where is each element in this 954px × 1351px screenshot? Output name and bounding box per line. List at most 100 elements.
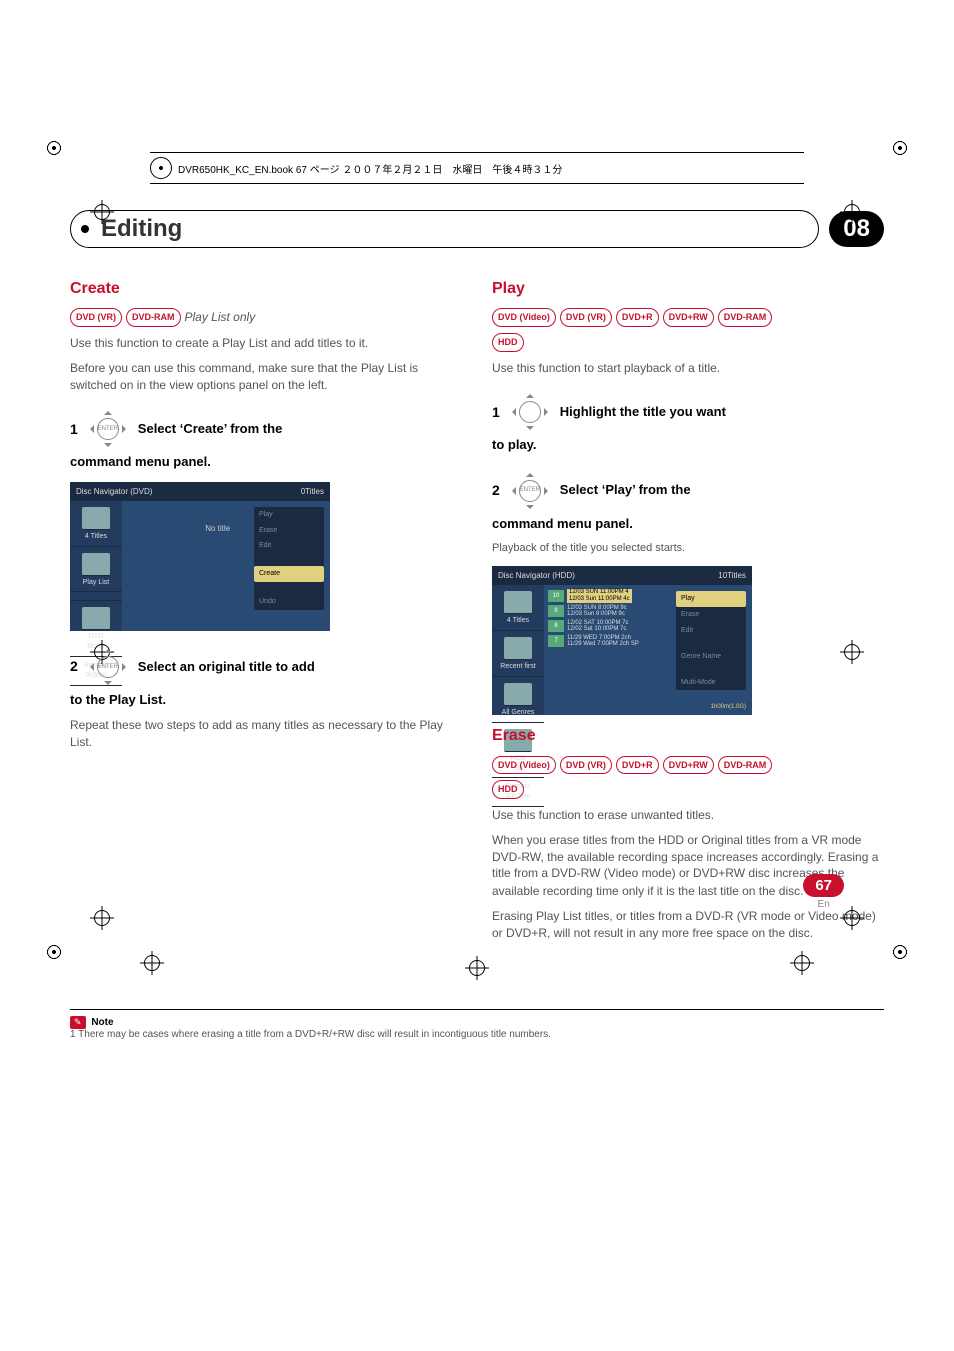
erase-disc-row: DVD (Video) DVD (VR) DVD+R DVD+RW DVD-RA… — [492, 756, 884, 775]
step-text-cont: command menu panel. — [492, 515, 884, 533]
crop-mark — [90, 906, 114, 930]
disc-badge: DVD (VR) — [560, 756, 612, 775]
disc-badge: DVD-RAM — [718, 308, 773, 327]
dvd-mode-icon — [82, 607, 110, 630]
mock-menu-erase: Erase — [676, 607, 746, 623]
book-info-text: DVR650HK_KC_EN.book 67 ページ ２００７年２月２１日 水曜… — [178, 161, 562, 176]
mock-thumb: 8 — [548, 620, 564, 632]
left-column: Create DVD (VR) DVD-RAM Play List only U… — [70, 268, 462, 949]
direction-pad-icon: ENTER — [86, 645, 130, 689]
mock-menu-edit: Edit — [254, 538, 324, 554]
page-number-block: 67 En — [803, 874, 844, 910]
step-text-cont: to play. — [492, 436, 884, 454]
crop-mark — [465, 956, 489, 980]
mock-remain-bar: 1h00m(1.0G) — [711, 703, 746, 711]
direction-pad-icon: ENTER — [508, 469, 552, 513]
right-column: Play DVD (Video) DVD (VR) DVD+R DVD+RW D… — [492, 268, 884, 949]
disc-badge: DVD-RAM — [718, 756, 773, 775]
direction-pad-icon — [508, 390, 552, 434]
mock-menu-undo: Undo — [254, 594, 324, 610]
erase-paragraph: Use this function to erase unwanted titl… — [492, 807, 884, 824]
create-step-1: 1 ENTER Select ‘Create’ from the — [70, 407, 462, 451]
mock-no-title: No title — [205, 523, 230, 534]
play-step-2: 2 ENTER Select ‘Play’ from the — [492, 469, 884, 513]
mock-title: Disc Navigator (HDD) — [498, 570, 575, 581]
step-number: 2 — [492, 481, 500, 501]
page-number: 67 — [803, 874, 844, 897]
mock-side-titles: 4 Titles — [507, 617, 529, 624]
step-text: Select ‘Create’ from the — [138, 420, 283, 438]
registration-mark — [36, 934, 72, 970]
step-number: 1 — [492, 403, 500, 423]
mock-side-titles: 4 Titles — [85, 533, 107, 540]
hdd-badge: HDD — [492, 333, 524, 352]
disc-badge: DVD-RAM — [126, 308, 181, 327]
direction-pad-icon: ENTER — [86, 407, 130, 451]
crop-mark — [840, 200, 864, 224]
disc-badge: DVD (VR) — [560, 308, 612, 327]
mock-menu-edit: Edit — [676, 623, 746, 639]
mock-title-list: 10 12/03 SUN 11:00PM 412/03 Sun 11:00PM … — [548, 589, 672, 711]
play-list-only-label: Play List only — [185, 309, 256, 326]
page-language: En — [803, 899, 844, 910]
registration-mark — [36, 130, 72, 166]
disc-badge: DVD (VR) — [70, 308, 122, 327]
step-number: 1 — [70, 420, 78, 440]
crop-mark — [840, 640, 864, 664]
step-text: Select ‘Play’ from the — [560, 481, 691, 499]
playlist-icon — [82, 553, 110, 576]
mock-command-menu: Play Erase Edit Create Undo — [254, 507, 324, 610]
footnote-text: 1 There may be cases where erasing a tit… — [70, 1029, 551, 1040]
mock-menu-create: Create — [254, 566, 324, 582]
play-step-1: 1 Highlight the title you want — [492, 390, 884, 434]
play-paragraph: Use this function to start playback of a… — [492, 360, 884, 377]
crop-mark — [140, 951, 164, 975]
disc-navigator-dvd-screenshot: Disc Navigator (DVD) 0Titles 4 Titles Pl… — [70, 482, 330, 631]
enter-button-icon: ENTER — [97, 656, 119, 678]
create-paragraph: Repeat these two steps to add as many ti… — [70, 717, 462, 751]
mock-menu-genre: Genre Name — [676, 649, 746, 665]
mock-menu-play: Play — [254, 507, 324, 523]
mock-side-playlist: Play List — [83, 579, 109, 586]
disc-badge: DVD (Video) — [492, 308, 556, 327]
enter-button-icon: ENTER — [519, 480, 541, 502]
section-title: Editing — [70, 210, 819, 248]
mock-title: Disc Navigator (DVD) — [76, 486, 152, 497]
create-heading: Create — [70, 278, 462, 300]
disc-badge: DVD+RW — [663, 308, 714, 327]
mock-title-count: 10Titles — [718, 570, 746, 581]
registration-mark — [882, 130, 918, 166]
note-icon: ✎ — [70, 1016, 86, 1029]
step-text: Highlight the title you want — [560, 403, 726, 421]
create-paragraph: Before you can use this command, make su… — [70, 360, 462, 394]
book-info-line: DVR650HK_KC_EN.book 67 ページ ２００７年２月２１日 水曜… — [150, 152, 804, 184]
crop-mark — [790, 951, 814, 975]
titles-icon — [82, 507, 110, 530]
create-paragraph: Use this function to create a Play List … — [70, 335, 462, 352]
create-step-2: 2 ENTER Select an original title to add — [70, 645, 462, 689]
step-text: Select an original title to add — [138, 658, 315, 676]
step-number: 2 — [70, 657, 78, 677]
enter-button-icon: ENTER — [97, 418, 119, 440]
titles-icon — [504, 591, 532, 614]
mock-command-menu: Play Erase Edit Genre Name Multi-Mode — [676, 591, 746, 690]
mock-thumb: 9 — [548, 605, 564, 617]
play-disc-row: DVD (Video) DVD (VR) DVD+R DVD+RW DVD-RA… — [492, 308, 884, 327]
disc-badge: DVD+R — [616, 756, 659, 775]
mock-side-recent: Recent first — [500, 663, 535, 670]
erase-heading: Erase — [492, 725, 884, 747]
play-paragraph: Playback of the title you selected start… — [492, 541, 884, 556]
genres-icon — [504, 683, 532, 706]
disc-badge: DVD (Video) — [492, 756, 556, 775]
registration-mark — [882, 934, 918, 970]
disc-badge: DVD+R — [616, 308, 659, 327]
mock-title-count: 0Titles — [301, 486, 324, 497]
note-label: Note — [91, 1017, 113, 1028]
mock-thumb: 7 — [548, 635, 564, 647]
mock-menu-multimode: Multi-Mode — [676, 675, 746, 691]
disc-navigator-hdd-screenshot: Disc Navigator (HDD) 10Titles 4 Titles R… — [492, 566, 752, 715]
mock-menu-erase: Erase — [254, 523, 324, 539]
erase-paragraph: Erasing Play List titles, or titles from… — [492, 908, 884, 942]
mock-menu-play: Play — [676, 591, 746, 607]
recent-icon — [504, 637, 532, 660]
